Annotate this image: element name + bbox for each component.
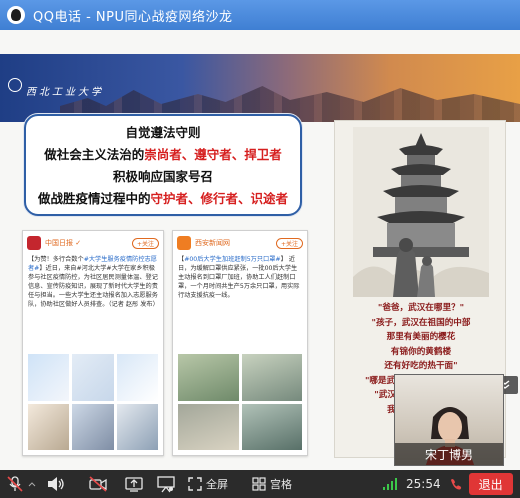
fullscreen-button[interactable]: 全屏 (188, 476, 228, 492)
screen-share-icon (125, 477, 143, 492)
camera-off-icon (89, 476, 107, 492)
slogan-line: 自觉遵法守则 (125, 125, 201, 140)
photo-thumbnail (178, 403, 239, 450)
slogan-box: 自觉遵法守则做社会主义法治的崇尚者、遵守者、捍卫者 积极响应国家号召做战胜疫情过程… (24, 114, 302, 216)
qq-logo-icon (7, 6, 25, 24)
call-timer: 25:54 (406, 477, 441, 491)
chevron-up-icon (28, 482, 36, 487)
presentation-button[interactable] (156, 475, 176, 493)
exit-button[interactable]: 退出 (468, 473, 513, 495)
yellow-crane-tower-illustration (353, 127, 489, 297)
grid-view-button[interactable]: 宫格 (252, 476, 292, 492)
hangup-indicator (449, 477, 463, 491)
photo-thumbnail (72, 354, 114, 401)
card-images (178, 354, 302, 450)
photo-thumbnail (116, 354, 158, 401)
card-author: 西安新闻网 (195, 239, 230, 247)
card-images (28, 354, 158, 450)
photo-thumbnail (241, 354, 302, 401)
speaker-icon (48, 477, 64, 491)
camera-button[interactable] (88, 475, 108, 493)
verse-line: "孩子，武汉在祖国的中部 (371, 317, 471, 328)
photo-thumbnail (72, 403, 114, 450)
card-text: 【#00后大学生加班赶制5万只口罩#】 近日，为缓解口罩供应紧张，一批00后大学… (178, 256, 300, 299)
presentation-icon (157, 476, 175, 493)
slide-banner: 西北工业大学 (0, 54, 520, 122)
participant-video-tile[interactable]: 宋丁博男 (394, 374, 504, 466)
speaker-button[interactable] (46, 475, 66, 493)
news-card-china-daily: 中国日报 ✓ +关注 【为赞！多行合数个#大学生服务疫情防控志愿者#】近日，来自… (22, 230, 164, 456)
xian-news-avatar (177, 236, 191, 250)
call-toolbar: 全屏 宫格 25:54 退出 (0, 470, 520, 498)
news-card-xian-news: 西安新闻网 +关注 【#00后大学生加班赶制5万只口罩#】 近日，为缓解口罩供应… (172, 230, 308, 456)
shared-slide: 西北工业大学 自觉遵法守则做社会主义法治的崇尚者、遵守者、捍卫者 积极响应国家号召… (0, 30, 520, 470)
banner-logo-text: 西北工业大学 (26, 87, 104, 98)
slogan-line: 做战胜疫情过程中的守护者、修行者、识途者 (37, 191, 289, 206)
grid-icon (252, 477, 266, 491)
signal-bars-icon (383, 478, 397, 490)
verse-line: 还有好吃的热干面" (384, 361, 458, 371)
photo-thumbnail (28, 354, 70, 401)
slogan-line: 做社会主义法治的崇尚者、遵守者、捍卫者 (44, 147, 282, 162)
follow-button[interactable]: +关注 (131, 237, 159, 249)
china-daily-avatar (27, 236, 41, 250)
photo-thumbnail (116, 403, 158, 450)
follow-button[interactable]: +关注 (275, 237, 303, 249)
verse-line: "爸爸，武汉在哪里？" (377, 303, 465, 313)
participant-name: 宋丁博男 (395, 443, 503, 465)
title-bar: QQ电话 - NPU同心战疫网络沙龙 (0, 0, 520, 30)
card-text: 【为赞！多行合数个#大学生服务疫情防控志愿者#】近日，来自#河北大学#大学在家乡… (28, 256, 159, 308)
school-seal-icon (8, 78, 22, 92)
verse-line: 那里有美丽的樱花 (386, 332, 456, 342)
microphone-muted-icon (7, 476, 23, 492)
photo-thumbnail (241, 403, 302, 450)
photo-thumbnail (178, 354, 239, 401)
card-author: 中国日报 ✓ (45, 239, 82, 247)
slogan-line: 积极响应国家号召 (112, 169, 213, 184)
signal-strength (382, 477, 398, 491)
verse-line: 有锦你的黄鹤楼 (390, 346, 452, 357)
photo-thumbnail (28, 403, 70, 450)
microphone-button[interactable] (6, 475, 36, 493)
phone-icon (450, 479, 461, 490)
window-title: QQ电话 - NPU同心战疫网络沙龙 (33, 9, 233, 25)
screen-share-button[interactable] (124, 475, 144, 493)
fullscreen-icon (188, 477, 202, 491)
